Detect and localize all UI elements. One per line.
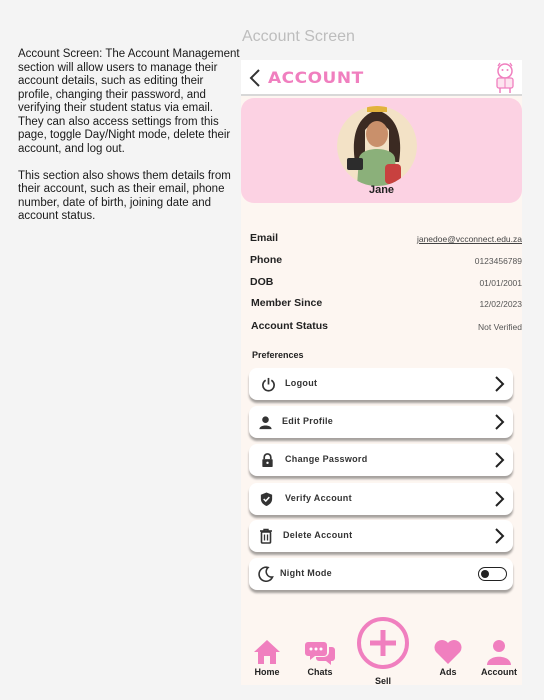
nav-sell[interactable]: Sell (355, 616, 411, 685)
detail-value: 0123456789 (474, 256, 522, 266)
detail-row-phone: Phone 0123456789 (250, 254, 522, 272)
verify-account-button[interactable]: Verify Account (249, 483, 513, 515)
delete-account-button[interactable]: Delete Account (249, 520, 513, 552)
heart-icon (434, 640, 462, 664)
profile-name: Jane (368, 184, 395, 196)
nav-label: Account (481, 667, 517, 677)
lock-icon (259, 452, 275, 468)
detail-row-dob: DOB 01/01/2001 (250, 276, 522, 294)
bottom-nav: Home Chats Sell Ads Account (241, 617, 522, 685)
change-password-button[interactable]: Change Password (249, 444, 513, 476)
reading-mascot-icon[interactable] (492, 62, 518, 94)
detail-label: Member Since (251, 297, 323, 309)
plus-circle-icon (357, 617, 409, 669)
avatar[interactable] (337, 106, 417, 186)
avatar-illustration (337, 106, 417, 186)
detail-label: Account Status (251, 320, 329, 332)
logout-button[interactable]: Logout (249, 368, 513, 400)
frame-title: Account Screen (242, 28, 355, 45)
nav-ads[interactable]: Ads (425, 638, 471, 677)
page-title: ACCOUNT (268, 68, 364, 88)
chevron-left-icon (249, 69, 260, 87)
status-badge: Not Verified (478, 322, 522, 332)
detail-label: Phone (250, 254, 283, 266)
chat-bubbles-icon (305, 642, 335, 665)
chevron-right-icon (495, 491, 505, 507)
nav-label: Home (254, 667, 280, 677)
night-mode-row: Night Mode (249, 558, 513, 590)
chevron-right-icon (495, 528, 505, 544)
detail-value: 01/01/2001 (479, 278, 522, 288)
toggle-knob (481, 569, 489, 578)
detail-label: DOB (250, 276, 274, 288)
back-button[interactable] (245, 66, 265, 90)
nav-chats[interactable]: Chats (297, 638, 343, 677)
power-icon (260, 376, 276, 392)
menu-label: Edit Profile (282, 416, 334, 426)
chevron-right-icon (495, 452, 505, 468)
home-icon (254, 640, 280, 664)
trash-icon (258, 528, 274, 544)
profile-card: Jane (241, 98, 522, 203)
nav-label: Sell (374, 676, 391, 685)
moon-icon (258, 566, 274, 582)
description-text: Account Screen: The Account Management s… (18, 48, 240, 237)
menu-label: Logout (285, 378, 318, 388)
phone-screen: ACCOUNT Jane Email janedoe@vcconnect.edu… (241, 60, 522, 685)
detail-row-member-since: Member Since 12/02/2023 (251, 297, 522, 315)
top-bar: ACCOUNT (241, 60, 522, 96)
detail-value: 12/02/2023 (479, 299, 522, 309)
nav-account[interactable]: Account (476, 638, 522, 677)
description-paragraph-2: This section also shows them details fro… (18, 169, 231, 223)
nav-home[interactable]: Home (244, 638, 290, 677)
night-mode-toggle[interactable] (478, 567, 507, 581)
nav-label: Chats (307, 667, 333, 677)
menu-label: Verify Account (285, 493, 352, 503)
detail-row-email: Email janedoe@vcconnect.edu.za (250, 232, 522, 250)
menu-label: Night Mode (280, 568, 332, 578)
email-link[interactable]: janedoe@vcconnect.edu.za (417, 234, 522, 244)
detail-row-account-status: Account Status Not Verified (251, 320, 522, 338)
shield-check-icon (258, 491, 274, 507)
chevron-right-icon (495, 376, 505, 392)
menu-label: Delete Account (283, 530, 353, 540)
person-icon (257, 414, 273, 430)
menu-label: Change Password (285, 454, 368, 464)
detail-label: Email (250, 232, 279, 244)
preferences-heading: Preferences (252, 350, 304, 360)
nav-label: Ads (439, 667, 457, 677)
person-icon (487, 640, 511, 665)
edit-profile-button[interactable]: Edit Profile (249, 406, 513, 438)
chevron-right-icon (495, 414, 505, 430)
description-paragraph-1: Account Screen: The Account Management s… (18, 48, 240, 155)
